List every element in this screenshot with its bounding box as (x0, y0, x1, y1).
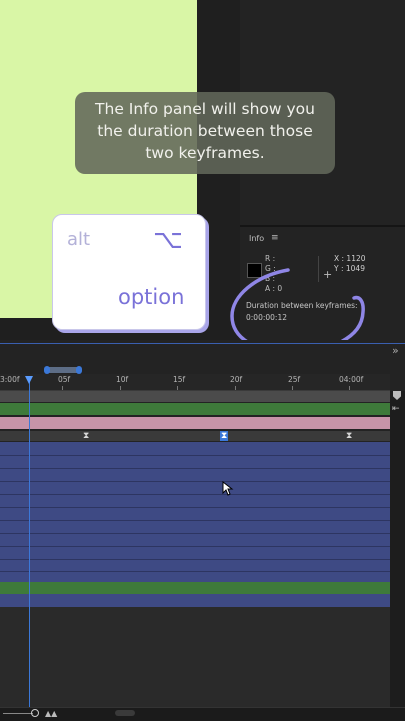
comp-button-icon[interactable]: ⇤ (392, 404, 400, 414)
keyframe-track[interactable] (0, 431, 390, 441)
keyframe-icon[interactable]: ⧗ (346, 431, 352, 441)
keyframe-icon[interactable]: ⧗ (83, 431, 89, 441)
ruler-label: 04:00f (339, 375, 364, 384)
timeline-top-border (0, 343, 405, 344)
mouse-cursor-icon (222, 481, 234, 496)
tutorial-tooltip: The Info panel will show you the duratio… (75, 92, 335, 174)
expand-panel-icon[interactable]: » (392, 344, 399, 357)
ruler-label: 15f (173, 375, 186, 384)
zoom-slider-track[interactable] (3, 713, 33, 714)
timeline-footer (0, 707, 405, 721)
info-panel-title[interactable]: Info (249, 234, 264, 243)
zoom-in-mountain-icon[interactable]: ▲▲ (45, 709, 57, 718)
key-alt-label: alt (67, 229, 91, 250)
tooltip-line-3: two keyframes. (145, 144, 265, 162)
layer-bar-gray[interactable] (0, 391, 390, 402)
zoom-slider-knob[interactable] (31, 709, 39, 717)
playhead-line[interactable] (29, 378, 30, 708)
playhead-handle[interactable] (25, 376, 33, 384)
scrollbar-thumb[interactable] (115, 710, 135, 716)
ruler-label: 20f (230, 375, 243, 384)
ruler-label: 3:00f (0, 375, 20, 384)
tooltip-line-1: The Info panel will show you (95, 100, 315, 118)
ruler-label: 10f (116, 375, 129, 384)
work-area-bar[interactable] (44, 366, 82, 374)
key-option-label: option (118, 285, 185, 309)
selected-keyframe-icon[interactable]: ⧗ (220, 431, 229, 441)
ruler-label: 05f (58, 375, 71, 384)
option-key-graphic: alt ⌥ option (52, 214, 206, 330)
layer-bar-pink[interactable] (0, 417, 390, 429)
option-symbol-icon: ⌥ (153, 225, 183, 255)
panel-menu-icon[interactable]: ≡ (271, 233, 279, 243)
empty-layer-area (0, 607, 390, 707)
tooltip-line-2: the duration between those (97, 122, 313, 140)
layer-bar-green[interactable] (0, 582, 390, 594)
timeline-right-strip (390, 391, 405, 707)
info-r: R : (265, 254, 276, 263)
info-x: X : 1120 (334, 254, 366, 263)
ruler-label: 25f (288, 375, 301, 384)
layer-bar-green[interactable] (0, 403, 390, 415)
